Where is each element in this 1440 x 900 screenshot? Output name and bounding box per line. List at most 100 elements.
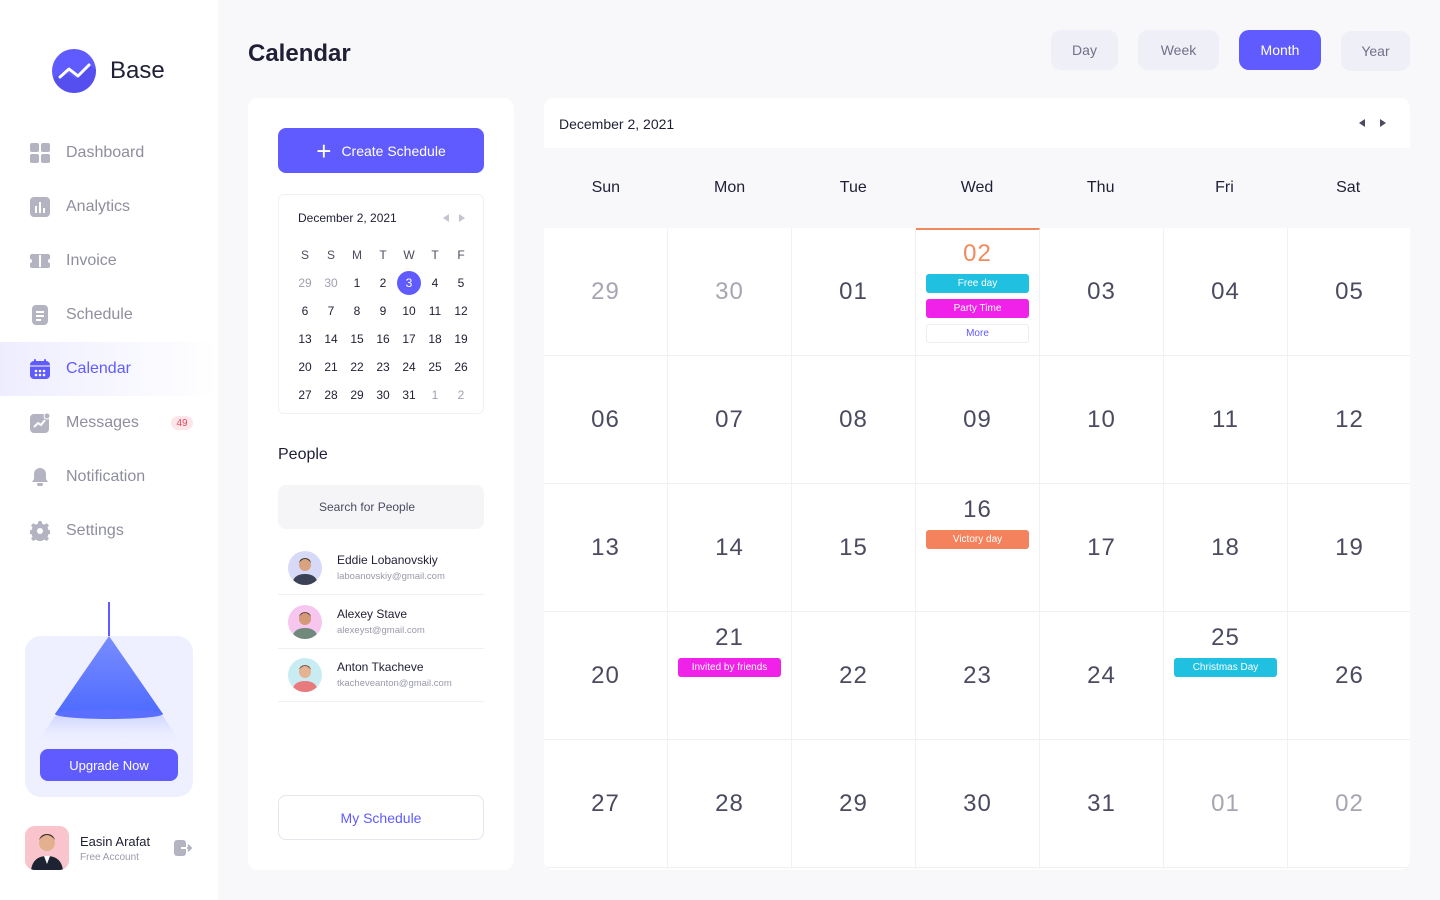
day-cell[interactable]: 26 bbox=[1288, 612, 1410, 740]
mini-day[interactable]: 18 bbox=[422, 325, 448, 353]
mini-day[interactable]: 29 bbox=[344, 381, 370, 409]
sidebar-item-dashboard[interactable]: Dashboard bbox=[0, 126, 218, 180]
mini-day[interactable]: 6 bbox=[292, 297, 318, 325]
mini-day[interactable]: 8 bbox=[344, 297, 370, 325]
day-cell[interactable]: 20 bbox=[544, 612, 668, 740]
people-search-input[interactable]: Search for People bbox=[278, 485, 484, 529]
next-month-icon[interactable] bbox=[1380, 119, 1386, 127]
mini-day[interactable]: 21 bbox=[318, 353, 344, 381]
person-item[interactable]: Eddie Lobanovskiy laboanovskiy@gmail.com bbox=[278, 541, 484, 595]
day-cell-today[interactable]: 02 Free day Party Time More bbox=[916, 228, 1040, 356]
day-cell[interactable]: 28 bbox=[668, 740, 792, 868]
day-cell[interactable]: 24 bbox=[1040, 612, 1164, 740]
mini-day[interactable]: 23 bbox=[370, 353, 396, 381]
event-chip[interactable]: Invited by friends bbox=[678, 658, 781, 677]
upgrade-now-button[interactable]: Upgrade Now bbox=[40, 749, 178, 781]
view-week-button[interactable]: Week bbox=[1138, 30, 1219, 70]
mini-day[interactable]: 25 bbox=[422, 353, 448, 381]
mini-day[interactable]: 19 bbox=[448, 325, 474, 353]
sidebar-item-schedule[interactable]: Schedule bbox=[0, 288, 218, 342]
day-cell[interactable]: 01 bbox=[792, 228, 916, 356]
mini-day[interactable]: 9 bbox=[370, 297, 396, 325]
my-schedule-button[interactable]: My Schedule bbox=[278, 795, 484, 840]
mini-day[interactable]: 1 bbox=[422, 381, 448, 409]
day-cell[interactable]: 27 bbox=[544, 740, 668, 868]
mini-day[interactable]: 15 bbox=[344, 325, 370, 353]
day-cell[interactable]: 17 bbox=[1040, 484, 1164, 612]
day-cell[interactable]: 02 bbox=[1288, 740, 1410, 868]
day-cell[interactable]: 14 bbox=[668, 484, 792, 612]
mini-day[interactable]: 17 bbox=[396, 325, 422, 353]
day-cell[interactable]: 29 bbox=[544, 228, 668, 356]
sidebar-item-messages[interactable]: Messages 49 bbox=[0, 396, 218, 450]
sidebar-item-invoice[interactable]: Invoice bbox=[0, 234, 218, 288]
day-cell[interactable]: 09 bbox=[916, 356, 1040, 484]
day-cell[interactable]: 13 bbox=[544, 484, 668, 612]
mini-day[interactable]: 14 bbox=[318, 325, 344, 353]
day-cell[interactable]: 01 bbox=[1164, 740, 1288, 868]
day-cell[interactable]: 22 bbox=[792, 612, 916, 740]
sidebar-item-settings[interactable]: Settings bbox=[0, 504, 218, 558]
mini-day[interactable]: 28 bbox=[318, 381, 344, 409]
day-cell[interactable]: 25 Christmas Day bbox=[1164, 612, 1288, 740]
create-schedule-button[interactable]: + Create Schedule bbox=[278, 128, 484, 173]
event-chip[interactable]: Christmas Day bbox=[1174, 658, 1277, 677]
brand[interactable]: Base bbox=[52, 49, 165, 93]
day-cell[interactable]: 05 bbox=[1288, 228, 1410, 356]
person-item[interactable]: Anton Tkacheve tkacheveanton@gmail.com bbox=[278, 648, 484, 702]
mini-day[interactable]: 31 bbox=[396, 381, 422, 409]
day-cell[interactable]: 30 bbox=[668, 228, 792, 356]
mini-day[interactable]: 27 bbox=[292, 381, 318, 409]
day-cell[interactable]: 30 bbox=[916, 740, 1040, 868]
sidebar-item-calendar[interactable]: Calendar bbox=[0, 342, 218, 396]
mini-day[interactable]: 13 bbox=[292, 325, 318, 353]
day-cell[interactable]: 12 bbox=[1288, 356, 1410, 484]
mini-day[interactable]: 30 bbox=[318, 269, 344, 297]
person-item[interactable]: Alexey Stave alexeyst@gmail.com bbox=[278, 595, 484, 649]
mini-day[interactable]: 12 bbox=[448, 297, 474, 325]
event-chip[interactable]: Free day bbox=[926, 274, 1029, 293]
day-cell[interactable]: 19 bbox=[1288, 484, 1410, 612]
mini-day[interactable]: 7 bbox=[318, 297, 344, 325]
prev-month-icon[interactable] bbox=[1359, 119, 1365, 127]
mini-day[interactable]: 16 bbox=[370, 325, 396, 353]
day-cell[interactable]: 18 bbox=[1164, 484, 1288, 612]
view-month-button[interactable]: Month bbox=[1239, 30, 1321, 70]
mini-day[interactable]: 30 bbox=[370, 381, 396, 409]
day-cell[interactable]: 16 Victory day bbox=[916, 484, 1040, 612]
day-cell[interactable]: 06 bbox=[544, 356, 668, 484]
mini-day[interactable]: 2 bbox=[448, 381, 474, 409]
view-day-button[interactable]: Day bbox=[1051, 30, 1118, 70]
mini-day[interactable]: 24 bbox=[396, 353, 422, 381]
mini-next-icon[interactable] bbox=[459, 214, 465, 222]
day-cell[interactable]: 23 bbox=[916, 612, 1040, 740]
day-cell[interactable]: 07 bbox=[668, 356, 792, 484]
mini-day[interactable]: 2 bbox=[370, 269, 396, 297]
sidebar-item-notification[interactable]: Notification bbox=[0, 450, 218, 504]
mini-day[interactable]: 11 bbox=[422, 297, 448, 325]
mini-day[interactable]: 5 bbox=[448, 269, 474, 297]
more-events-button[interactable]: More bbox=[926, 324, 1029, 343]
view-year-button[interactable]: Year bbox=[1341, 31, 1410, 71]
sidebar-item-analytics[interactable]: Analytics bbox=[0, 180, 218, 234]
day-cell[interactable]: 11 bbox=[1164, 356, 1288, 484]
day-cell[interactable]: 15 bbox=[792, 484, 916, 612]
mini-day-selected[interactable]: 3 bbox=[396, 269, 422, 297]
mini-day[interactable]: 29 bbox=[292, 269, 318, 297]
mini-day[interactable]: 1 bbox=[344, 269, 370, 297]
event-chip[interactable]: Party Time bbox=[926, 299, 1029, 318]
day-cell[interactable]: 10 bbox=[1040, 356, 1164, 484]
logout-icon[interactable] bbox=[174, 839, 193, 862]
mini-day[interactable]: 20 bbox=[292, 353, 318, 381]
mini-day[interactable]: 4 bbox=[422, 269, 448, 297]
day-cell[interactable]: 04 bbox=[1164, 228, 1288, 356]
mini-prev-icon[interactable] bbox=[443, 214, 449, 222]
mini-day[interactable]: 22 bbox=[344, 353, 370, 381]
event-chip[interactable]: Victory day bbox=[926, 530, 1029, 549]
user-profile[interactable]: Easin Arafat Free Account bbox=[25, 826, 195, 870]
mini-day[interactable]: 10 bbox=[396, 297, 422, 325]
day-cell[interactable]: 29 bbox=[792, 740, 916, 868]
day-cell[interactable]: 21 Invited by friends bbox=[668, 612, 792, 740]
day-cell[interactable]: 31 bbox=[1040, 740, 1164, 868]
mini-day[interactable]: 26 bbox=[448, 353, 474, 381]
